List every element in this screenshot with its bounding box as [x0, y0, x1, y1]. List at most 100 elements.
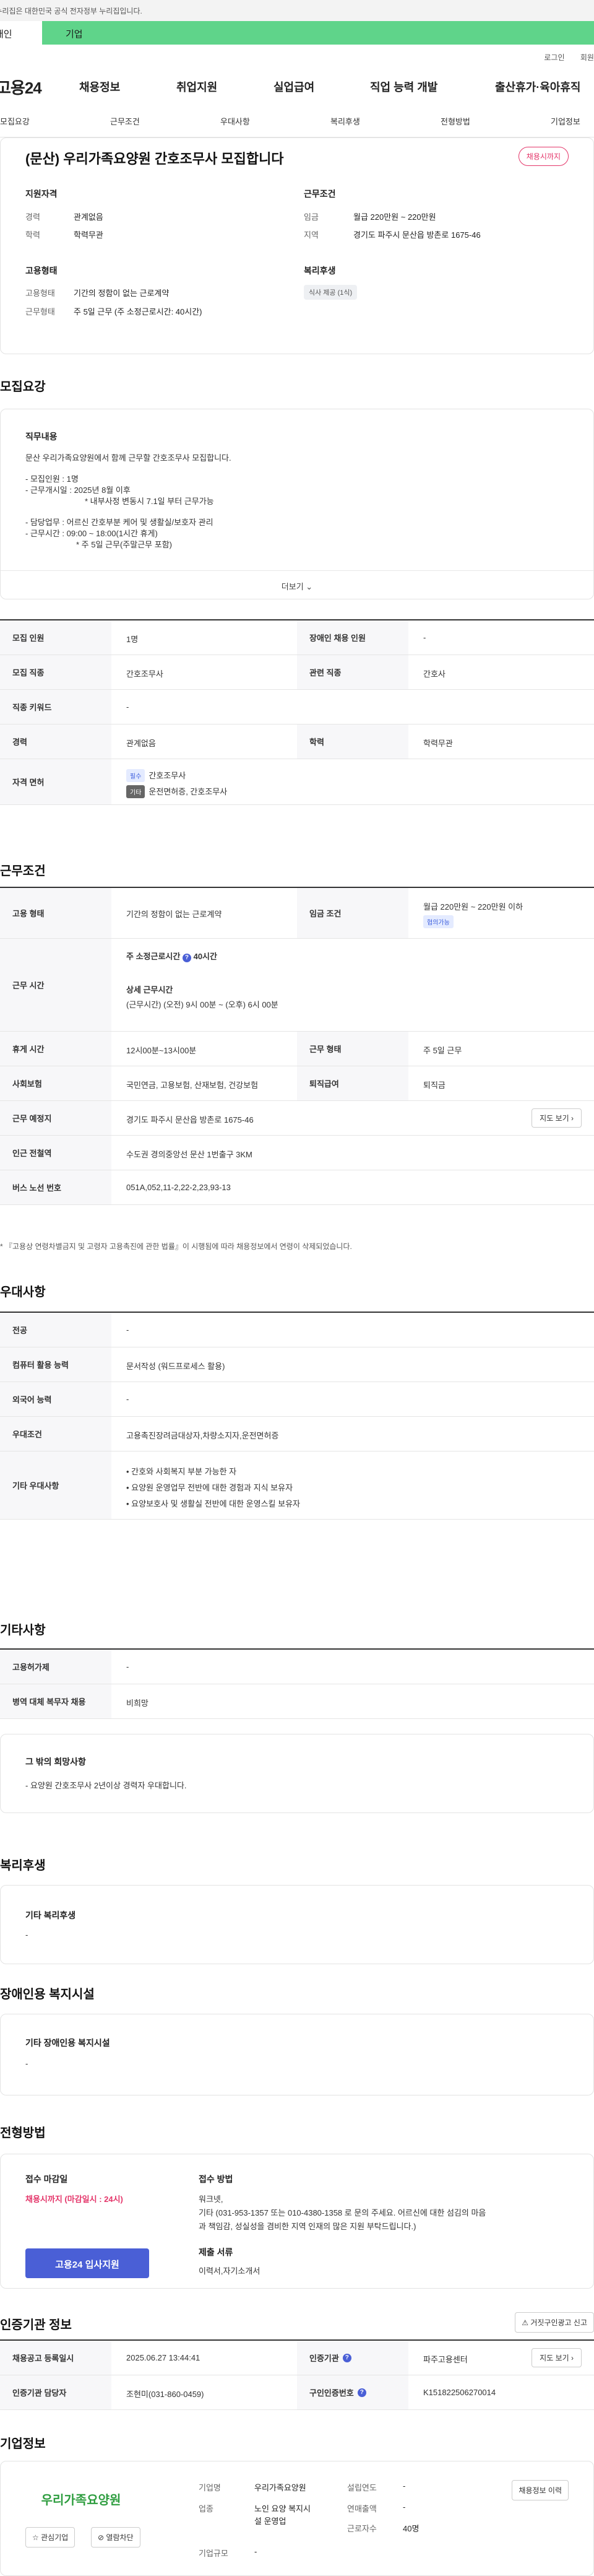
workplace-value: 경기도 파주시 문산읍 방촌로 1675-46 — [126, 1115, 254, 1125]
tab-personal[interactable]: 개인 — [0, 21, 42, 45]
wage-label: 임금 — [304, 212, 319, 222]
major-value: - — [126, 1325, 129, 1334]
emp-type-value: 기간의 정함이 없는 근로계약 — [74, 289, 170, 298]
pref-section-title: 우대사항 — [0, 1286, 46, 1299]
disabled-count-label: 장애인 채용 인원 — [297, 620, 408, 655]
gnb-menu-4[interactable]: 출산휴가·육아휴직 — [495, 79, 580, 95]
info-icon[interactable]: ? — [357, 2388, 366, 2397]
location-value: 경기도 파주시 문산읍 방촌로 1675-46 — [353, 230, 481, 240]
other-table: 고용허가제 - 병역 대체 복무자 채용 비희망 — [0, 1648, 594, 1719]
block-view-button[interactable]: ⊘ 열람차단 — [91, 2527, 140, 2548]
disabled-facility-title: 기타 장애인용 복지시설 — [25, 2038, 110, 2048]
table-row: 채용공고 등록일시 2025.06.27 13:44:41 인증기관? 파주고용… — [0, 2341, 594, 2375]
company-logo: 우리가족요양원 — [41, 2494, 121, 2507]
subnav-preference[interactable]: 우대사항 — [220, 115, 250, 127]
tab-company[interactable]: 기업 — [42, 21, 594, 45]
chevron-right-icon: › — [571, 1114, 574, 1123]
bus-value: 051A,052,11-2,22-2,23,93-13 — [126, 1183, 231, 1192]
report-button[interactable]: ⚠ 거짓구인광고 신고 — [515, 2312, 594, 2333]
shape-label: 근무 형태 — [297, 1032, 408, 1066]
pc-label: 컴퓨터 활용 능력 — [0, 1347, 111, 1382]
company-section-title: 기업정보 — [0, 2437, 46, 2451]
edu-label: 학력 — [25, 230, 40, 240]
table-row: 자격 면허 필수 간호조무사 기타 운전면허증, 간호조무사 — [0, 759, 594, 805]
subway-value: 수도권 경의중앙선 문산 1번출구 3KM — [126, 1150, 252, 1159]
etc-badge: 기타 — [126, 785, 145, 798]
deadline-badge: 채용시까지 — [518, 147, 569, 166]
employment-permit-label: 고용허가제 — [0, 1650, 111, 1684]
negotiable-badge: 협의가능 — [423, 915, 457, 928]
disabled-count-value: - — [423, 633, 426, 642]
subnav-selection[interactable]: 전형방법 — [441, 115, 470, 127]
emp-shape-label: 근무형태 — [25, 307, 55, 316]
global-nav: 고용24 채용정보 취업지원 실업급여 직업 능력 개발 출산휴가·육아휴직 — [0, 68, 594, 105]
keyword-label: 직종 키워드 — [0, 690, 111, 724]
site-logo[interactable]: 고용24 — [0, 76, 75, 98]
job-title: (문산) 우리가족요양원 간호조무사 모집합니다 — [25, 151, 284, 167]
gnb-menu-0[interactable]: 채용정보 — [79, 79, 120, 95]
table-row: 고용허가제 - — [0, 1650, 594, 1684]
cert-map-button[interactable]: 지도 보기 › — [532, 2348, 582, 2367]
work-title: 근무조건 — [304, 189, 336, 199]
subnav-company[interactable]: 기업정보 — [551, 115, 580, 127]
subway-label: 인근 전철역 — [0, 1136, 111, 1170]
qual-title: 지원자격 — [25, 189, 58, 199]
block-icon: ⊘ — [98, 2533, 105, 2542]
gnb-menu-2[interactable]: 실업급여 — [273, 79, 314, 95]
gnb-menu-3[interactable]: 직업 능력 개발 — [370, 79, 437, 95]
job-history-button[interactable]: 채용정보 이력 — [512, 2480, 569, 2500]
edu-row-value: 학력무관 — [423, 739, 453, 748]
table-row: 전공 - — [0, 1313, 594, 1347]
hours-label: 근무 시간 — [0, 939, 111, 1031]
selection-card: 접수 마감일 채용시까지 (마감일시 : 24시) 고용24 입사지원 접수 방… — [0, 2154, 594, 2289]
pc-value: 문서작성 (워드프로세스 활용) — [126, 1362, 225, 1371]
more-button[interactable]: 더보기 ⌄ — [1, 570, 593, 599]
subnav-recruit[interactable]: 모집요강 — [0, 115, 30, 127]
hours-main: 주 소정근로시간 ? 40시간 — [126, 952, 217, 962]
emp-type-label: 고용형태 — [25, 289, 55, 298]
founded-label: 설립연도 — [347, 2483, 377, 2492]
desc-line: * 주 5일 근무(주말근무 포함) — [76, 540, 172, 549]
age-notice: * 『고용상 연령차별금지 및 고령자 고용촉진에 관한 법률』이 시행됨에 따… — [0, 1242, 352, 1251]
job-value: 간호조무사 — [126, 669, 163, 679]
major-label: 전공 — [0, 1313, 111, 1347]
company-name-label: 기업명 — [199, 2483, 221, 2492]
table-row: 버스 노선 번호 051A,052,11-2,22-2,23,93-13 — [0, 1170, 594, 1205]
subnav-welfare[interactable]: 복리후생 — [330, 115, 360, 127]
welfare-section-title: 복리후생 — [0, 1859, 46, 1873]
map-button[interactable]: 지도 보기 › — [532, 1108, 582, 1128]
login-link[interactable]: 로그인 — [544, 53, 564, 62]
founded-value: - — [403, 2481, 406, 2491]
signup-link[interactable]: 회원가입 — [580, 53, 594, 62]
career-row-label: 경력 — [0, 724, 111, 759]
welfare-card: 기타 복리후생 - — [0, 1885, 594, 1964]
lang-label: 외국어 능력 — [0, 1382, 111, 1416]
related-job-label: 관련 직종 — [297, 655, 408, 689]
gnb-menu-1[interactable]: 취업지원 — [176, 79, 217, 95]
other-wishes-card: 그 밖의 희망사항 - 요양원 간호조무사 2년이상 경력자 우대합니다. — [0, 1734, 594, 1813]
company-card: 우리가족요양원 ☆ 관심기업 ⊘ 열람차단 기업명 우리가족요양원 설립연도 -… — [0, 2461, 594, 2576]
recruit-section-title: 모집요강 — [0, 380, 46, 394]
info-icon[interactable]: ? — [182, 954, 191, 962]
apply-button[interactable]: 고용24 입사지원 — [25, 2248, 149, 2278]
career-label: 경력 — [25, 212, 40, 222]
wage-row-value: 월급 220만원 ~ 220만원 이하 — [423, 902, 523, 912]
table-row: 외국어 능력 - — [0, 1382, 594, 1417]
star-icon: ☆ — [32, 2533, 39, 2542]
pref-etc-label: 기타 우대사항 — [0, 1451, 111, 1519]
favorite-company-button[interactable]: ☆ 관심기업 — [25, 2527, 75, 2548]
lang-value: - — [126, 1395, 129, 1404]
info-icon[interactable]: ? — [342, 2353, 351, 2362]
sales-value: - — [403, 2502, 406, 2512]
disabled-facility-value: - — [25, 2059, 28, 2068]
subnav-conditions[interactable]: 근무조건 — [110, 115, 140, 127]
desc-line: - 근무개시일 : 2025년 8월 이후 — [25, 485, 131, 495]
gov-banner: 이 누리집은 대한민국 공식 전자정부 누리집입니다. — [0, 0, 594, 21]
desc-line: * 내부사정 변동시 7.1일 부터 근무가능 — [85, 497, 214, 506]
util-links: 로그인 회원가입 — [0, 45, 594, 68]
emp-title: 고용형태 — [25, 266, 58, 276]
pref-table: 전공 - 컴퓨터 활용 능력 문서작성 (워드프로세스 활용) 외국어 능력 -… — [0, 1312, 594, 1520]
table-row: 근무 예정지 경기도 파주시 문산읍 방촌로 1675-46 지도 보기 › — [0, 1101, 594, 1136]
edu-row-label: 학력 — [297, 724, 408, 759]
emp-shape-value: 주 5일 근무 (주 소정근로시간: 40시간) — [74, 307, 202, 316]
